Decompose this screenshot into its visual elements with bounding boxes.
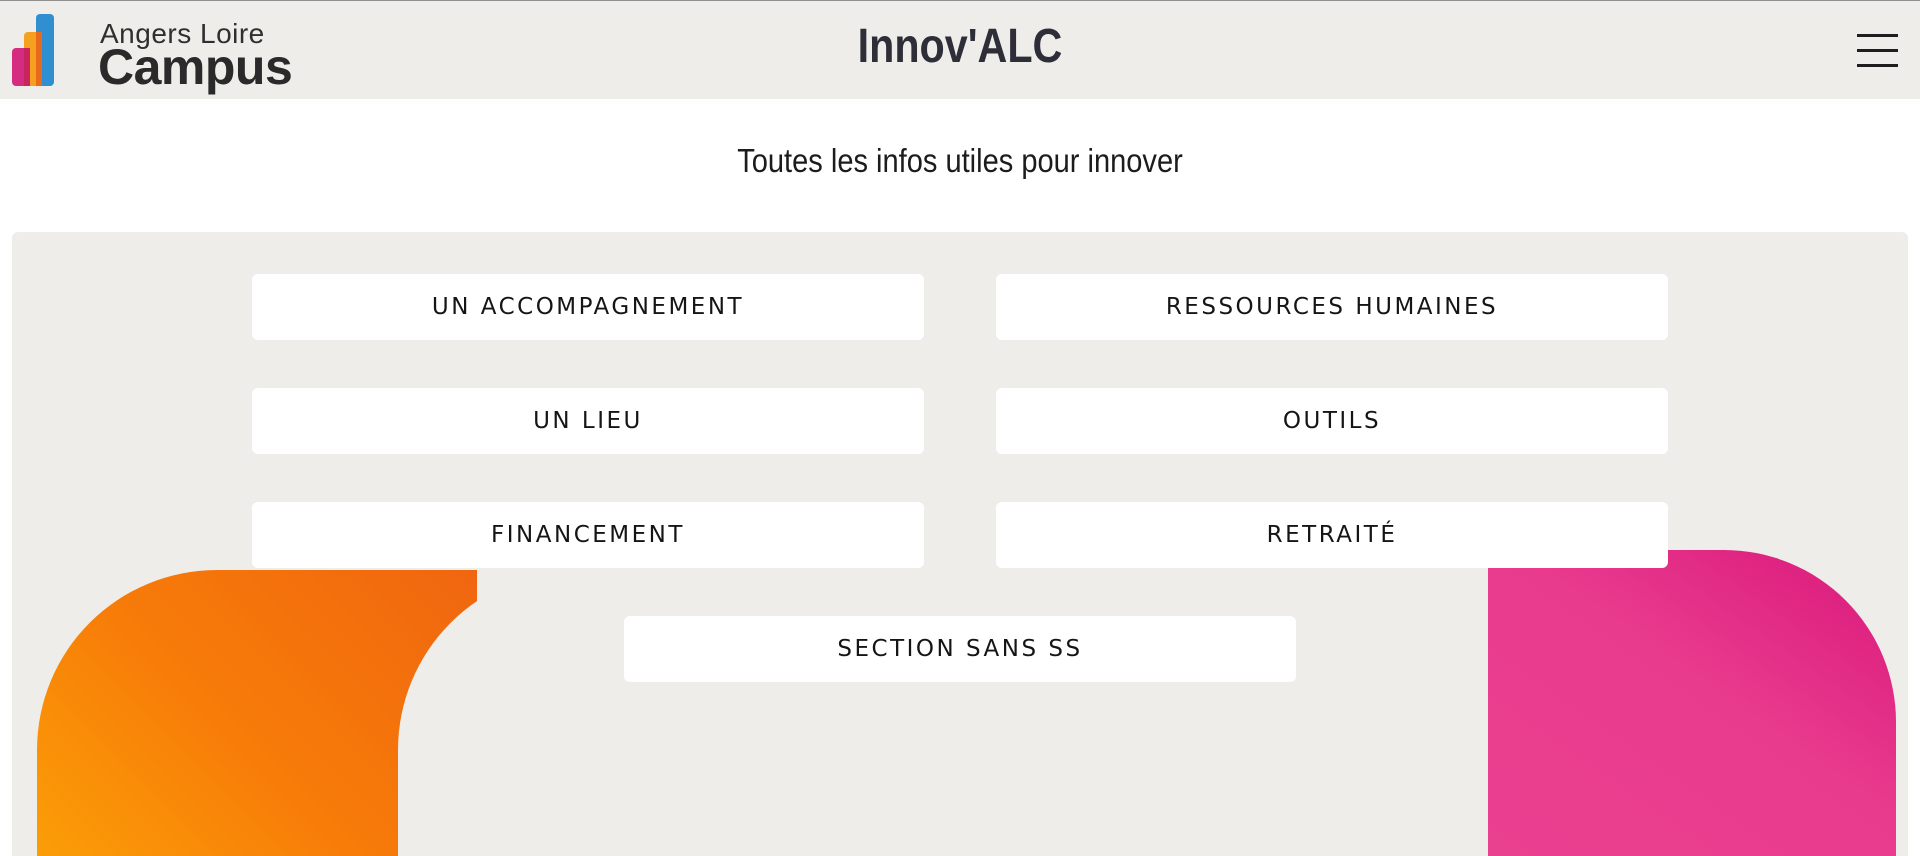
decorative-pink-shape	[1488, 550, 1896, 856]
button-panel: UN ACCOMPAGNEMENT RESSOURCES HUMAINES UN…	[12, 232, 1908, 856]
angers-loire-campus-logo[interactable]: Angers Loire Campus	[12, 14, 293, 95]
page-subtitle: Toutes les infos utiles pour innover	[737, 142, 1183, 179]
outils-button[interactable]: OUTILS	[996, 388, 1668, 454]
bar-chart-logo-icon	[12, 14, 54, 86]
ressources-humaines-button[interactable]: RESSOURCES HUMAINES	[996, 274, 1668, 340]
retraite-button[interactable]: RETRAITÉ	[996, 502, 1668, 568]
decorative-panel-curve	[398, 570, 958, 856]
page-title: Innov'ALC	[857, 20, 1063, 73]
un-accompagnement-button[interactable]: UN ACCOMPAGNEMENT	[252, 274, 924, 340]
un-lieu-button[interactable]: UN LIEU	[252, 388, 924, 454]
section-sans-ss-button[interactable]: SECTION SANS SS	[624, 616, 1296, 682]
logo-text-campus: Campus	[98, 39, 293, 95]
hamburger-menu-icon[interactable]	[1857, 32, 1899, 68]
top-header: Angers Loire Campus Innov'ALC	[0, 0, 1920, 99]
financement-button[interactable]: FINANCEMENT	[252, 502, 924, 568]
